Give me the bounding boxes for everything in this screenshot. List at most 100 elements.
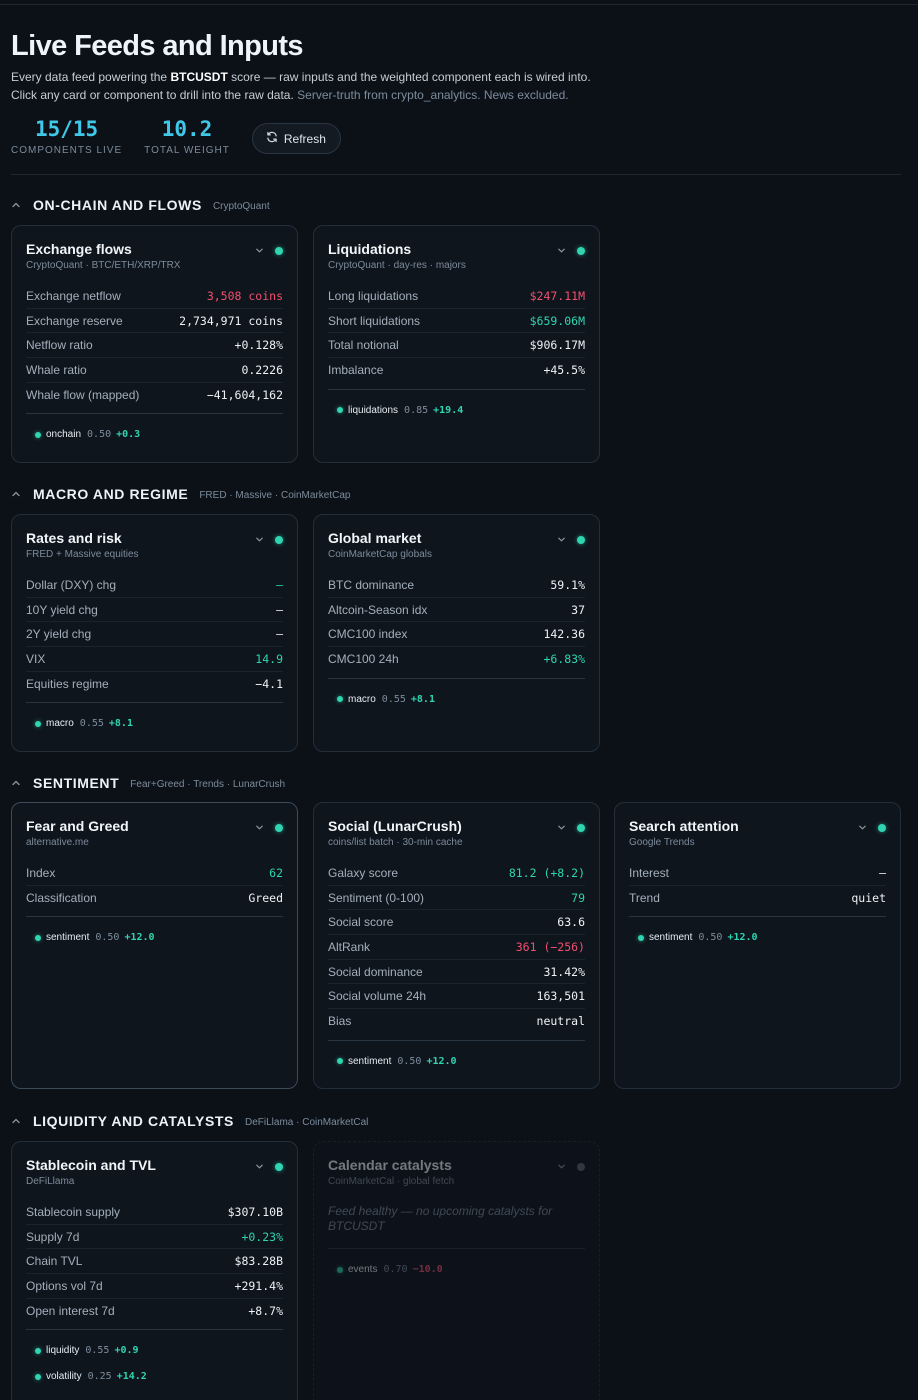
card-rates-risk[interactable]: Rates and risk FRED + Massive equities Dol… [11, 514, 298, 752]
status-dot-icon [577, 1163, 585, 1171]
page-description-line2: Click any card or component to drill int… [11, 86, 901, 104]
section-header-liquidity[interactable]: LIQUIDITY AND CATALYSTS DeFiLlama · Coin… [11, 1111, 368, 1131]
metric-row[interactable]: 2Y yield chg — [26, 622, 283, 648]
expand-chevron-icon[interactable] [255, 819, 264, 837]
component-chip-liquidity[interactable]: liquidity 0.55 +0.9 [26, 1342, 283, 1359]
metric-value: +0.128% [234, 338, 283, 353]
empty-state-note: Feed healthy — no upcoming catalysts for… [328, 1204, 553, 1233]
metric-value: +6.83% [543, 652, 585, 667]
component-dot-icon [337, 1058, 343, 1065]
metric-row[interactable]: Total notional $906.17M [328, 333, 585, 359]
metric-value: 361 (−256) [515, 939, 585, 954]
metric-row[interactable]: Equities regime −4.1 [26, 672, 283, 697]
metric-row[interactable]: Chain TVL $83.28B [26, 1249, 283, 1275]
component-chip-sentiment[interactable]: sentiment 0.50 +12.0 [629, 929, 886, 946]
expand-chevron-icon[interactable] [557, 531, 566, 549]
metric-row[interactable]: Index 62 [26, 861, 283, 886]
metric-row[interactable]: Social dominance 31.42% [328, 960, 585, 985]
section-header-onchain[interactable]: ON-CHAIN AND FLOWS CryptoQuant [11, 195, 270, 215]
metric-row[interactable]: Netflow ratio +0.128% [26, 333, 283, 359]
collapse-chevron-icon [12, 202, 20, 208]
metric-value: — [276, 602, 283, 617]
card-search-attention[interactable]: Search attention Google Trends Interest — Tr… [614, 802, 901, 1089]
component-chip-sentiment[interactable]: sentiment 0.50 +12.0 [328, 1053, 585, 1070]
status-dot-icon [275, 247, 283, 255]
section-source: FRED · Massive · CoinMarketCap [199, 489, 351, 501]
metric-list: Long liquidations $247.11M Short liquidati… [328, 284, 585, 383]
metric-row[interactable]: Short liquidations $659.06M [328, 309, 585, 334]
section-header-sentiment[interactable]: SENTIMENT Fear+Greed · Trends · LunarCru… [11, 773, 285, 793]
component-chip-sentiment[interactable]: sentiment 0.50 +12.0 [26, 929, 283, 946]
metric-row[interactable]: 10Y yield chg — [26, 598, 283, 623]
section-title: MACRO AND REGIME [33, 486, 189, 502]
card-social[interactable]: Social (LunarCrush) coins/list batch · 30… [313, 802, 600, 1089]
component-chip-liquidations[interactable]: liquidations 0.85 +19.4 [328, 402, 585, 419]
section-header-macro[interactable]: MACRO AND REGIME FRED · Massive · CoinMa… [11, 484, 350, 504]
metric-row[interactable]: CMC100 24h +6.83% [328, 647, 585, 672]
metric-row[interactable]: Bias neutral [328, 1009, 585, 1034]
component-delta: +0.9 [114, 1345, 139, 1357]
stats-bar: 15/15 COMPONENTS LIVE 10.2 TOTAL WEIGHT … [11, 115, 341, 161]
expand-chevron-icon[interactable] [255, 531, 264, 549]
metric-row[interactable]: Sentiment (0-100) 79 [328, 886, 585, 911]
metric-list: Index 62 Classification Greed [26, 861, 283, 910]
metric-row[interactable]: Dollar (DXY) chg — [26, 573, 283, 598]
metric-row[interactable]: CMC100 index 142.36 [328, 622, 585, 648]
card-calendar-catalysts[interactable]: Calendar catalysts CoinMarketCal · global… [313, 1141, 600, 1400]
expand-chevron-icon[interactable] [255, 242, 264, 260]
component-weight: 0.85 [404, 404, 429, 416]
metric-row[interactable]: Exchange reserve 2,734,971 coins [26, 309, 283, 334]
metric-row[interactable]: Options vol 7d +291.4% [26, 1274, 283, 1299]
metric-label: Imbalance [328, 363, 384, 378]
expand-chevron-icon[interactable] [557, 819, 566, 837]
component-chip-volatility[interactable]: volatility 0.25 +14.2 [26, 1368, 283, 1385]
card-title: Search attention [629, 818, 739, 834]
metric-value: 142.36 [543, 627, 585, 642]
metric-row[interactable]: Supply 7d +0.23% [26, 1225, 283, 1250]
component-chips: macro 0.55 +8.1 [26, 703, 283, 732]
expand-chevron-icon[interactable] [557, 1158, 566, 1176]
expand-chevron-icon[interactable] [858, 819, 867, 837]
metric-list: BTC dominance 59.1% Altcoin-Season idx 37 CM… [328, 573, 585, 672]
top-divider [0, 4, 918, 5]
metric-row[interactable]: BTC dominance 59.1% [328, 573, 585, 598]
metric-row[interactable]: Exchange netflow 3,508 coins [26, 284, 283, 309]
component-chip-events[interactable]: events 0.70 −10.0 [328, 1261, 585, 1278]
metric-row[interactable]: Whale flow (mapped) −41,604,162 [26, 383, 283, 408]
card-exchange-flows[interactable]: Exchange flows CryptoQuant · BTC/ETH/XRP/… [11, 225, 298, 463]
metric-row[interactable]: Social score 63.6 [328, 910, 585, 936]
component-chip-onchain[interactable]: onchain 0.50 +0.3 [26, 426, 283, 443]
metric-row[interactable]: Trend quiet [629, 886, 886, 911]
component-chip-macro[interactable]: macro 0.55 +8.1 [26, 715, 283, 732]
expand-chevron-icon[interactable] [557, 242, 566, 260]
metric-row[interactable]: VIX 14.9 [26, 647, 283, 672]
metric-row[interactable]: Imbalance +45.5% [328, 358, 585, 383]
card-fear-greed[interactable]: Fear and Greed alternative.me Index 62 Class… [11, 802, 298, 1089]
refresh-button[interactable]: Refresh [251, 123, 341, 154]
metric-row[interactable]: Galaxy score 81.2 (+8.2) [328, 861, 585, 886]
total-weight-value: 10.2 [161, 117, 213, 141]
metric-row[interactable]: Long liquidations $247.11M [328, 284, 585, 309]
card-liquidations[interactable]: Liquidations CryptoQuant · day-res · majo… [313, 225, 600, 463]
metric-row[interactable]: Open interest 7d +8.7% [26, 1299, 283, 1324]
metric-row[interactable]: Classification Greed [26, 886, 283, 911]
card-stablecoin-tvl[interactable]: Stablecoin and TVL DeFiLlama Stablecoin su… [11, 1141, 298, 1400]
card-controls [255, 242, 283, 260]
component-dot-icon [337, 696, 343, 703]
metric-row[interactable]: Social volume 24h 163,501 [328, 984, 585, 1010]
metric-list: Dollar (DXY) chg —10Y yield chg —2Y yield … [26, 573, 283, 696]
metric-row[interactable]: Whale ratio 0.2226 [26, 358, 283, 383]
card-subtitle: DeFiLlama [26, 1176, 75, 1187]
metric-row[interactable]: Stablecoin supply $307.10B [26, 1200, 283, 1225]
status-dot-icon [878, 824, 886, 832]
component-chip-macro[interactable]: macro 0.55 +8.1 [328, 691, 585, 708]
metric-row[interactable]: AltRank 361 (−256) [328, 935, 585, 960]
metric-label: BTC dominance [328, 577, 415, 592]
card-controls [255, 1158, 283, 1176]
card-title: Social (LunarCrush) [328, 818, 462, 834]
metric-row[interactable]: Interest — [629, 861, 886, 886]
metric-label: CMC100 index [328, 627, 408, 642]
metric-row[interactable]: Altcoin-Season idx 37 [328, 598, 585, 623]
card-global-market[interactable]: Global market CoinMarketCap globals BTC do… [313, 514, 600, 752]
expand-chevron-icon[interactable] [255, 1158, 264, 1176]
